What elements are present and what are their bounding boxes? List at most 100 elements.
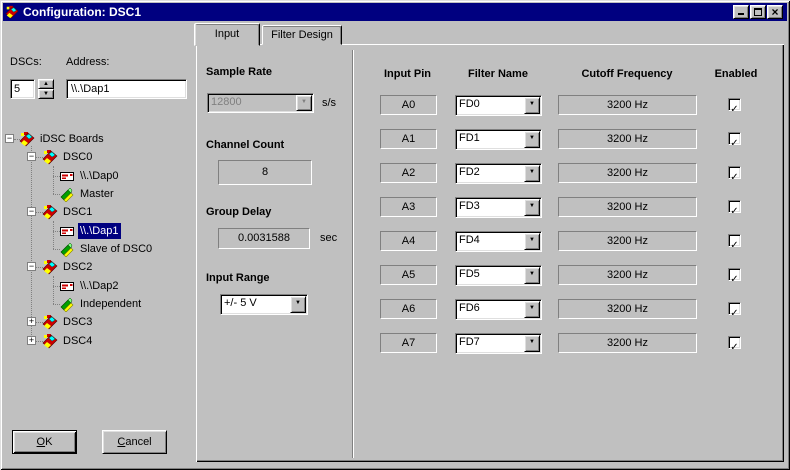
enabled-checkbox[interactable]: ✓ xyxy=(728,98,741,115)
filter-name-select[interactable]: FD0 ▼ xyxy=(455,95,542,116)
tree-expander[interactable]: + xyxy=(27,317,36,326)
maximize-button[interactable] xyxy=(750,5,766,19)
filter-name-value: FD4 xyxy=(459,234,480,246)
filter-name-value: FD3 xyxy=(459,200,480,212)
cutoff-frequency-cell: 3200 Hz xyxy=(558,95,697,115)
spin-up-icon: ▲ xyxy=(43,81,49,87)
channel-row-a4: A4 FD4 ▼ 3200 Hz ✓ xyxy=(0,231,790,253)
filter-name-select[interactable]: FD6 ▼ xyxy=(455,299,542,320)
minimize-button[interactable] xyxy=(733,5,749,19)
filter-name-header: Filter Name xyxy=(468,68,528,80)
cutoff-frequency-header: Cutoff Frequency xyxy=(581,68,673,80)
cutoff-frequency-cell: 3200 Hz xyxy=(558,197,697,217)
filter-name-select[interactable]: FD4 ▼ xyxy=(455,231,542,252)
ok-label: K xyxy=(45,436,53,448)
filter-dropdown-button[interactable]: ▼ xyxy=(524,267,540,284)
checkbox-check-icon: ✓ xyxy=(730,138,739,149)
close-icon: × xyxy=(771,5,779,19)
filter-dropdown-button[interactable]: ▼ xyxy=(524,97,540,114)
dropdown-arrow-icon: ▼ xyxy=(529,305,535,311)
checkbox-check-icon: ✓ xyxy=(730,104,739,115)
cancel-button[interactable]: Cancel xyxy=(102,430,167,454)
filter-name-select[interactable]: FD1 ▼ xyxy=(455,129,542,150)
dropdown-arrow-icon: ▼ xyxy=(529,101,535,107)
dscs-spin-up-button[interactable]: ▲ xyxy=(38,79,54,89)
cutoff-frequency-cell: 3200 Hz xyxy=(558,299,697,319)
filter-dropdown-button[interactable]: ▼ xyxy=(524,131,540,148)
channel-row-a0: A0 FD0 ▼ 3200 Hz ✓ xyxy=(0,95,790,117)
checkbox-check-icon: ✓ xyxy=(730,206,739,217)
expander-minus-icon: − xyxy=(28,206,35,216)
checkbox-check-icon: ✓ xyxy=(730,342,739,353)
address-label: Address: xyxy=(66,56,110,68)
filter-name-value: FD2 xyxy=(459,166,480,178)
cutoff-frequency-cell: 3200 Hz xyxy=(558,129,697,149)
channel-row-a5: A5 FD5 ▼ 3200 Hz ✓ xyxy=(0,265,790,287)
ok-button[interactable]: OK xyxy=(12,430,77,454)
tree-expander[interactable]: − xyxy=(5,134,14,143)
dropdown-arrow-icon: ▼ xyxy=(529,203,535,209)
window-title: Configuration: DSC1 xyxy=(23,5,141,19)
checkbox-check-icon: ✓ xyxy=(730,172,739,183)
expander-plus-icon: + xyxy=(28,316,35,326)
input-pin-cell: A4 xyxy=(380,231,437,251)
enabled-header: Enabled xyxy=(714,68,758,80)
filter-dropdown-button[interactable]: ▼ xyxy=(524,233,540,250)
address-value: \\.\Dap1 xyxy=(71,83,110,95)
channel-row-a1: A1 FD1 ▼ 3200 Hz ✓ xyxy=(0,129,790,151)
channel-row-a6: A6 FD6 ▼ 3200 Hz ✓ xyxy=(0,299,790,321)
checkbox-check-icon: ✓ xyxy=(730,240,739,251)
filter-dropdown-button[interactable]: ▼ xyxy=(524,301,540,318)
enabled-checkbox[interactable]: ✓ xyxy=(728,200,741,217)
close-button[interactable]: × xyxy=(767,5,783,19)
filter-name-select[interactable]: FD5 ▼ xyxy=(455,265,542,286)
maximize-icon xyxy=(754,8,762,16)
input-pin-cell: A5 xyxy=(380,265,437,285)
tab-filter-design[interactable]: Filter Design xyxy=(262,25,342,45)
dropdown-arrow-icon: ▼ xyxy=(529,237,535,243)
filter-name-value: FD0 xyxy=(459,98,480,110)
cutoff-frequency-cell: 3200 Hz xyxy=(558,163,697,183)
dscs-label: DSCs: xyxy=(10,56,42,68)
filter-name-value: FD1 xyxy=(459,132,480,144)
tree-expander[interactable]: − xyxy=(27,207,36,216)
input-pin-cell: A1 xyxy=(380,129,437,149)
title-bar: Configuration: DSC1 × xyxy=(3,3,787,21)
filter-name-select[interactable]: FD2 ▼ xyxy=(455,163,542,184)
enabled-checkbox[interactable]: ✓ xyxy=(728,234,741,251)
enabled-checkbox[interactable]: ✓ xyxy=(728,132,741,149)
filter-name-select[interactable]: FD7 ▼ xyxy=(455,333,542,354)
input-pin-cell: A7 xyxy=(380,333,437,353)
input-pin-cell: A6 xyxy=(380,299,437,319)
input-pin-cell: A2 xyxy=(380,163,437,183)
filter-dropdown-button[interactable]: ▼ xyxy=(524,199,540,216)
tab-input[interactable]: Input xyxy=(194,23,260,46)
filter-name-value: FD7 xyxy=(459,336,480,348)
filter-dropdown-button[interactable]: ▼ xyxy=(524,335,540,352)
cancel-label: ancel xyxy=(125,436,152,448)
checkbox-check-icon: ✓ xyxy=(730,308,739,319)
filter-name-value: FD6 xyxy=(459,302,480,314)
dropdown-arrow-icon: ▼ xyxy=(529,271,535,277)
expander-minus-icon: − xyxy=(6,133,13,143)
tree-expander[interactable]: − xyxy=(27,152,36,161)
enabled-checkbox[interactable]: ✓ xyxy=(728,166,741,183)
filter-name-value: FD5 xyxy=(459,268,480,280)
cutoff-frequency-cell: 3200 Hz xyxy=(558,265,697,285)
configuration-dialog: Configuration: DSC1 × DSCs: 5 ▲ ▼ Addres… xyxy=(0,0,790,470)
minimize-icon xyxy=(738,13,744,15)
sample-rate-label: Sample Rate xyxy=(206,66,273,78)
enabled-checkbox[interactable]: ✓ xyxy=(728,302,741,319)
dscs-count-value: 5 xyxy=(14,83,21,95)
channel-row-a3: A3 FD3 ▼ 3200 Hz ✓ xyxy=(0,197,790,219)
filter-dropdown-button[interactable]: ▼ xyxy=(524,165,540,182)
filter-name-select[interactable]: FD3 ▼ xyxy=(455,197,542,218)
channel-row-a2: A2 FD2 ▼ 3200 Hz ✓ xyxy=(0,163,790,185)
input-pin-header: Input Pin xyxy=(383,68,432,80)
checkbox-check-icon: ✓ xyxy=(730,274,739,285)
enabled-checkbox[interactable]: ✓ xyxy=(728,336,741,353)
enabled-checkbox[interactable]: ✓ xyxy=(728,268,741,285)
tree-expander[interactable]: + xyxy=(27,336,36,345)
tree-expander[interactable]: − xyxy=(27,262,36,271)
channel-row-a7: A7 FD7 ▼ 3200 Hz ✓ xyxy=(0,333,790,355)
